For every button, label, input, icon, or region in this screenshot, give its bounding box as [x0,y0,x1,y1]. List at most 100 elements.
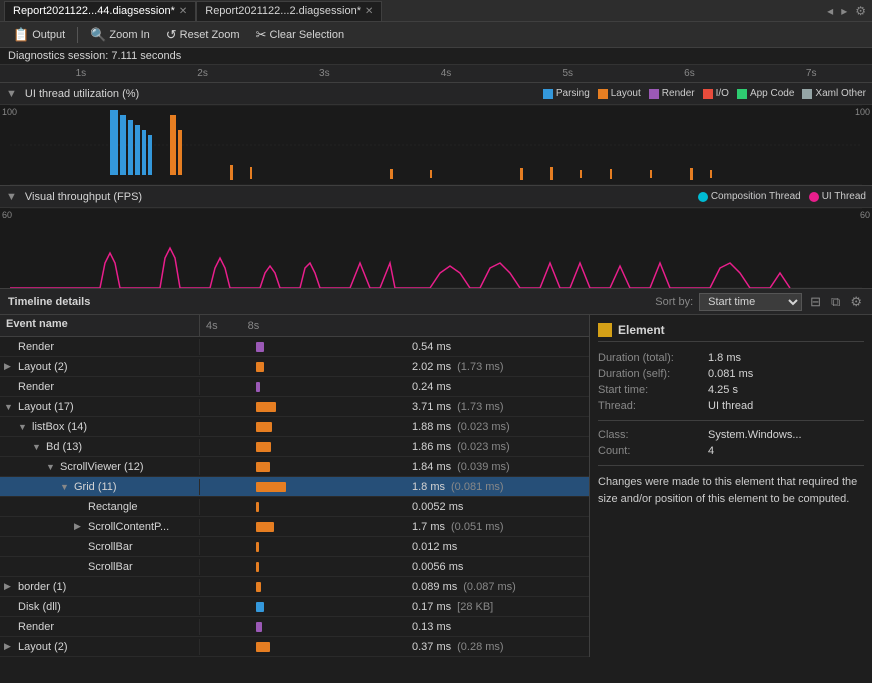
bar-container [206,341,406,353]
event-bar [256,562,259,572]
ruler-mark: 6s [629,68,751,79]
event-bar [256,462,270,472]
tab-bar: Report2021122...44.diagsession* ✕ Report… [0,0,872,22]
legend-label: Composition Thread [711,191,801,202]
table-row[interactable]: ▼ Grid (11) 1.8 ms (0.081 ms) [0,477,589,497]
output-label: Output [32,29,65,41]
zoom-in-button[interactable]: 🔍 Zoom In [83,24,157,46]
table-row[interactable]: Render 0.13 ms [0,617,589,637]
clear-selection-button[interactable]: ✂ Clear Selection [249,24,352,46]
event-name-text: listBox (14) [32,421,87,433]
filter-icon[interactable]: ⧉ [829,292,842,312]
table-row[interactable]: ▼ listBox (14) 1.88 ms (0.023 ms) [0,417,589,437]
expand-icon[interactable]: ▶ [4,641,16,652]
session-info: Diagnostics session: 7.111 seconds [0,48,872,65]
table-row[interactable]: Render 0.24 ms [0,377,589,397]
tree-cell-name: ScrollBar [0,559,200,575]
tree-cell-name: ▶ border (1) [0,579,200,595]
right-details: Element Duration (total): 1.8 ms Duratio… [590,315,872,657]
event-time: 0.13 ms [412,621,451,633]
tab-1-close[interactable]: ✕ [179,6,187,17]
event-bar [256,362,264,372]
visual-throughput-legend: Composition ThreadUI Thread [698,191,866,202]
event-time: 0.37 ms [412,641,451,653]
tree-cell-bar: 1.88 ms (0.023 ms) [200,419,589,435]
event-time-secondary: (0.039 ms) [457,461,510,473]
event-name-text: Layout (2) [18,361,68,373]
event-time: 0.17 ms [412,601,451,613]
tree-panel: Event name 4s 8s Render 0.54 ms ▶ [0,315,590,657]
event-time-secondary: (0.081 ms) [451,481,504,493]
tab-2-close[interactable]: ✕ [365,6,373,17]
table-row[interactable]: ▶ ScrollContentP... 1.7 ms (0.051 ms) [0,517,589,537]
event-time: 0.54 ms [412,341,451,353]
legend-color [543,89,553,99]
ui-thread-chart-section: ▼ UI thread utilization (%) ParsingLayou… [0,83,872,186]
table-row[interactable]: ScrollBar 0.012 ms [0,537,589,557]
bar-container [206,461,406,473]
table-row[interactable]: ▼ ScrollViewer (12) 1.84 ms (0.039 ms) [0,457,589,477]
event-name-text: Bd (13) [46,441,82,453]
expand-icon[interactable]: ▼ [60,482,72,492]
reset-zoom-button[interactable]: ↺ Reset Zoom [159,24,247,46]
sort-group-icon[interactable]: ⊟ [808,292,823,312]
tab-1[interactable]: Report2021122...44.diagsession* ✕ [4,1,196,21]
event-time: 0.0056 ms [412,561,463,573]
table-row[interactable]: Render 0.54 ms [0,337,589,357]
reset-zoom-icon: ↺ [166,27,177,43]
event-bar [256,442,271,452]
visual-throughput-collapse-icon[interactable]: ▼ [6,191,17,203]
tree-cell-bar: 0.13 ms [200,619,589,635]
settings-gear-icon[interactable]: ⚙ [848,292,864,312]
sort-select[interactable]: Start time Duration (total) Duration (se… [699,293,802,311]
table-row[interactable]: ScrollBar 0.0056 ms [0,557,589,577]
table-row[interactable]: ▶ Layout (2) 0.37 ms (0.28 ms) [0,637,589,657]
zoom-in-icon: 🔍 [90,27,106,43]
ruler-marks: 1s2s3s4s5s6s7s [20,68,872,79]
bar-container [206,401,406,413]
expand-icon[interactable]: ▼ [18,422,30,432]
table-row[interactable]: Rectangle 0.0052 ms [0,497,589,517]
tree-rows: Render 0.54 ms ▶ Layout (2) 2.02 ms (1.7… [0,337,589,657]
legend-color [737,89,747,99]
output-icon: 📋 [13,27,29,43]
bar-container [206,621,406,633]
expand-icon[interactable]: ▶ [74,521,86,532]
event-time: 1.7 ms [412,521,445,533]
expand-icon[interactable]: ▼ [32,442,44,452]
event-time: 1.86 ms [412,441,451,453]
tab-scroll-left-icon[interactable]: ◂ [825,2,835,20]
event-name-text: Grid (11) [74,481,117,493]
ui-thread-chart-canvas[interactable]: 100 100 [0,105,872,185]
table-row[interactable]: Disk (dll) 0.17 ms [28 KB] [0,597,589,617]
ui-thread-collapse-icon[interactable]: ▼ [6,88,17,100]
settings-icon[interactable]: ⚙ [853,2,868,20]
event-bar [256,602,264,612]
table-row[interactable]: ▼ Bd (13) 1.86 ms (0.023 ms) [0,437,589,457]
ruler-mark: 4s [385,68,507,79]
clear-selection-icon: ✂ [256,27,267,43]
tab-2[interactable]: Report2021122...2.diagsession* ✕ [196,1,382,21]
event-bar [256,582,261,592]
count-label: Count: [598,445,708,457]
expand-icon[interactable]: ▼ [46,462,58,472]
expand-icon[interactable]: ▶ [4,361,16,372]
event-time: 3.71 ms [412,401,451,413]
table-row[interactable]: ▼ Layout (17) 3.71 ms (1.73 ms) [0,397,589,417]
tree-cell-name: ▼ listBox (14) [0,419,200,435]
tab-scroll-right-icon[interactable]: ▸ [839,2,849,20]
event-name-text: ScrollViewer (12) [60,461,144,473]
expand-icon[interactable]: ▶ [4,581,16,592]
expand-icon[interactable]: ▼ [4,402,16,412]
tab-bar-actions: ◂ ▸ ⚙ [825,2,868,20]
table-row[interactable]: ▶ Layout (2) 2.02 ms (1.73 ms) [0,357,589,377]
event-name-text: ScrollBar [88,561,133,573]
legend-item: I/O [703,88,729,99]
table-row[interactable]: ▶ border (1) 0.089 ms (0.087 ms) [0,577,589,597]
output-button[interactable]: 📋 Output [6,24,72,46]
bar-container [206,541,406,553]
visual-throughput-chart-canvas[interactable]: 60 60 [0,208,872,288]
details-title: Timeline details [8,296,90,308]
bar-container [206,601,406,613]
class-value: System.Windows... [708,429,802,441]
